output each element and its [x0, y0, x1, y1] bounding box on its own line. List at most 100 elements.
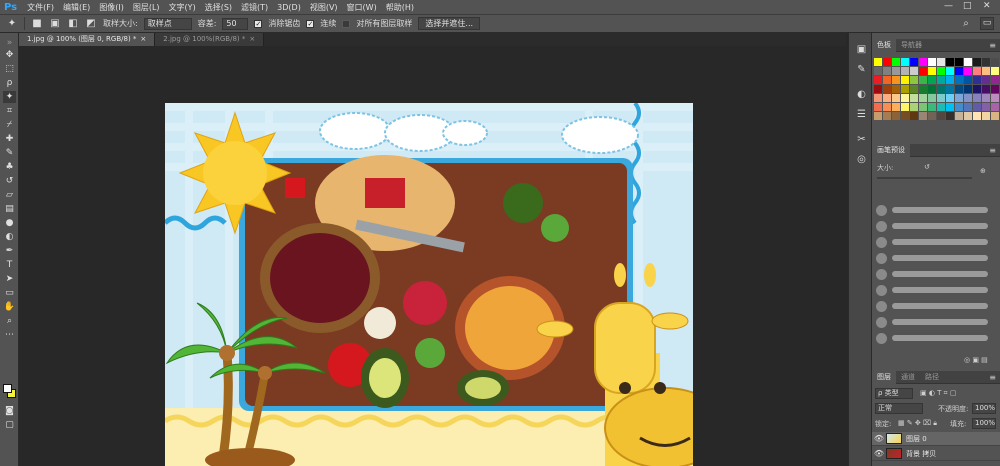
brush-settings-icon[interactable]: ✎: [855, 63, 868, 76]
color-swatch[interactable]: [910, 85, 918, 93]
menu-file[interactable]: 文件(F): [27, 2, 54, 13]
eyedropper-tool-icon[interactable]: ⌿: [3, 119, 16, 131]
color-swatch[interactable]: [910, 94, 918, 102]
color-swatch[interactable]: [982, 94, 990, 102]
brush-preset-row[interactable]: [876, 315, 994, 329]
menu-3d[interactable]: 3D(D): [277, 3, 301, 12]
color-swatch[interactable]: [946, 94, 954, 102]
tab-layers[interactable]: 图层: [872, 370, 896, 384]
color-swatch[interactable]: [874, 76, 882, 84]
magic-wand-tool-icon[interactable]: ✦: [3, 91, 16, 103]
color-swatch[interactable]: [982, 76, 990, 84]
color-swatch[interactable]: [973, 76, 981, 84]
layer-row[interactable]: 👁︎ 背景 拷贝: [872, 447, 1000, 461]
tolerance-input[interactable]: 50: [222, 17, 249, 30]
screen-mode-icon[interactable]: ▢: [3, 419, 16, 431]
path-selection-tool-icon[interactable]: ➤: [3, 273, 16, 285]
color-swatch[interactable]: [928, 112, 936, 120]
color-swatch[interactable]: [964, 76, 972, 84]
fill-input[interactable]: 100%: [972, 418, 996, 429]
color-swatch[interactable]: [919, 94, 927, 102]
subtract-selection-icon[interactable]: ◧: [67, 18, 79, 30]
brush-preset-row[interactable]: [876, 219, 994, 233]
tab-paths[interactable]: 路径: [920, 371, 944, 384]
brush-preset-row[interactable]: [876, 203, 994, 217]
tools-preset-icon[interactable]: ✂: [855, 133, 868, 146]
layer-kind-filter[interactable]: ρ 类型: [875, 388, 913, 399]
color-swatch[interactable]: [991, 67, 999, 75]
lock-icons[interactable]: ▦ ✎ ✥ ⌧ 🔒︎: [898, 419, 937, 428]
color-swatch[interactable]: [964, 94, 972, 102]
menu-image[interactable]: 图像(I): [99, 2, 124, 13]
color-swatch[interactable]: [937, 58, 945, 66]
color-swatch[interactable]: [937, 112, 945, 120]
color-swatch[interactable]: [874, 67, 882, 75]
color-swatch[interactable]: [892, 67, 900, 75]
color-swatch[interactable]: [973, 112, 981, 120]
maximize-button[interactable]: □: [963, 1, 972, 11]
color-swatch[interactable]: [946, 112, 954, 120]
foreground-color-swatch[interactable]: [3, 384, 12, 393]
color-swatch[interactable]: [919, 67, 927, 75]
tab-close-icon[interactable]: ×: [140, 35, 146, 43]
color-swatch[interactable]: [883, 94, 891, 102]
color-swatch[interactable]: [973, 67, 981, 75]
search-icon[interactable]: ⌕: [960, 18, 972, 30]
color-swatch[interactable]: [964, 58, 972, 66]
color-swatch[interactable]: [874, 94, 882, 102]
color-swatch[interactable]: [955, 85, 963, 93]
color-swatch[interactable]: [937, 85, 945, 93]
color-swatch[interactable]: [928, 103, 936, 111]
tab-channels[interactable]: 通道: [896, 371, 920, 384]
new-selection-icon[interactable]: ■: [31, 18, 43, 30]
color-swatch[interactable]: [946, 76, 954, 84]
more-tools-icon[interactable]: ⋯: [3, 329, 16, 341]
color-swatch[interactable]: [901, 103, 909, 111]
color-swatch[interactable]: [901, 85, 909, 93]
sample-size-select[interactable]: 取样点: [143, 17, 192, 30]
panel-collapse-icon[interactable]: »: [3, 37, 16, 49]
tab-document-1[interactable]: 1.jpg @ 100% (图层 0, RGB/8) * ×: [19, 33, 156, 46]
size-slider[interactable]: [877, 177, 972, 179]
color-swatch[interactable]: [982, 112, 990, 120]
menu-view[interactable]: 视图(V): [310, 2, 338, 13]
color-swatch[interactable]: [964, 85, 972, 93]
color-swatch[interactable]: [892, 58, 900, 66]
tab-navigator[interactable]: 导航器: [896, 39, 927, 52]
marquee-tool-icon[interactable]: ⬚: [3, 63, 16, 75]
clone-source-icon[interactable]: ◎: [855, 153, 868, 166]
tab-document-2[interactable]: 2.jpg @ 100%(RGB/8) * ×: [155, 33, 265, 46]
rectangle-tool-icon[interactable]: ▭: [3, 287, 16, 299]
select-and-mask-button[interactable]: 选择并遮住...: [418, 17, 481, 30]
menu-filter[interactable]: 滤镜(T): [241, 2, 268, 13]
color-swatch[interactable]: [973, 58, 981, 66]
color-swatch[interactable]: [910, 58, 918, 66]
quick-mask-icon[interactable]: ◙: [3, 405, 16, 417]
color-swatch[interactable]: [901, 67, 909, 75]
contiguous-checkbox[interactable]: ✓: [306, 19, 315, 28]
color-swatch[interactable]: [928, 67, 936, 75]
close-button[interactable]: ✕: [983, 1, 991, 11]
color-swatch[interactable]: [991, 85, 999, 93]
color-swatch[interactable]: [973, 103, 981, 111]
color-swatch[interactable]: [982, 58, 990, 66]
intersect-selection-icon[interactable]: ◩: [85, 18, 97, 30]
crop-tool-icon[interactable]: ⌗: [3, 105, 16, 117]
color-swatch[interactable]: [991, 103, 999, 111]
panel-menu-icon[interactable]: ≡: [989, 39, 996, 52]
panel-menu-icon[interactable]: ≡: [989, 371, 996, 384]
color-swatch[interactable]: [892, 76, 900, 84]
color-swatch[interactable]: [928, 58, 936, 66]
color-swatch[interactable]: [883, 112, 891, 120]
magic-wand-icon[interactable]: ✦: [6, 18, 18, 30]
color-swatch[interactable]: [955, 112, 963, 120]
color-swatch[interactable]: [883, 76, 891, 84]
color-swatch[interactable]: [901, 112, 909, 120]
healing-brush-tool-icon[interactable]: ✚: [3, 133, 16, 145]
color-swatch[interactable]: [919, 103, 927, 111]
brush-preset-row[interactable]: [876, 331, 994, 345]
all-layers-checkbox[interactable]: [342, 19, 351, 28]
brush-preset-row[interactable]: [876, 283, 994, 297]
zoom-tool-icon[interactable]: ⌕: [3, 315, 16, 327]
color-swatch[interactable]: [973, 94, 981, 102]
